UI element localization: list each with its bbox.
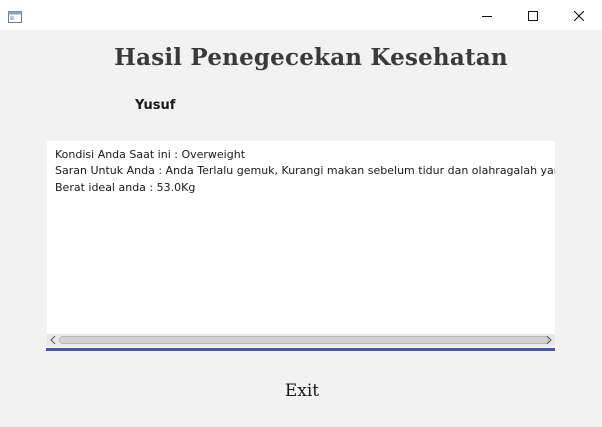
scroll-right-icon[interactable] xyxy=(544,335,554,345)
scroll-left-icon[interactable] xyxy=(48,335,58,345)
condition-line: Kondisi Anda Saat ini : Overweight xyxy=(55,148,246,161)
maximize-icon xyxy=(528,6,538,25)
page-title: Hasil Penegecekan Kesehatan xyxy=(114,44,508,71)
ideal-weight-line: Berat ideal anda : 53.0Kg xyxy=(55,181,196,194)
app-icon xyxy=(8,8,22,23)
close-icon xyxy=(573,6,585,25)
horizontal-scrollbar[interactable] xyxy=(47,334,555,346)
focus-underline xyxy=(46,348,555,351)
title-bar xyxy=(0,0,602,30)
app-window: Hasil Penegecekan Kesehatan Yusuf Kondis… xyxy=(0,0,602,427)
minimize-icon xyxy=(482,6,492,25)
maximize-button[interactable] xyxy=(510,0,556,30)
close-button[interactable] xyxy=(556,0,602,30)
scrollbar-thumb[interactable] xyxy=(59,336,549,344)
advice-line: Saran Untuk Anda : Anda Terlalu gemuk, K… xyxy=(55,164,555,177)
minimize-button[interactable] xyxy=(464,0,510,30)
user-name-label: Yusuf xyxy=(135,98,176,113)
result-text-area[interactable]: Kondisi Anda Saat ini : Overweight Saran… xyxy=(47,141,555,334)
exit-button[interactable]: Exit xyxy=(262,378,342,404)
